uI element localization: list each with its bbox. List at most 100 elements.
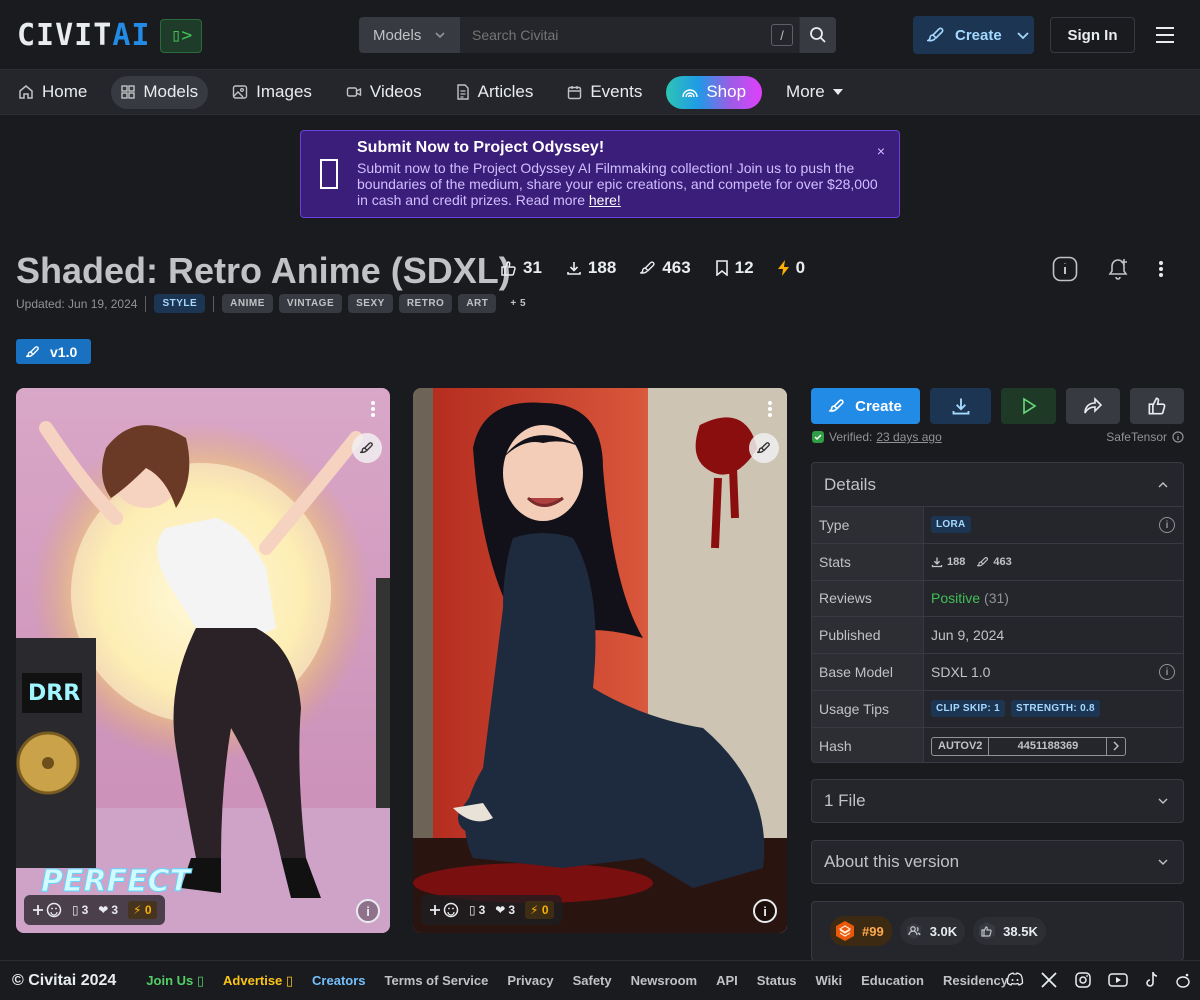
category-tag[interactable]: STYLE (154, 294, 206, 313)
nav-models[interactable]: Models (111, 75, 209, 109)
x-twitter-icon[interactable] (1040, 971, 1058, 989)
hash-value[interactable]: 4451188369 (989, 737, 1108, 755)
nav-events[interactable]: Events (557, 76, 652, 109)
tag-anime[interactable]: ANIME (222, 294, 273, 313)
brush-icon (360, 442, 373, 454)
create-button[interactable]: Create (913, 16, 1034, 54)
sign-in-button[interactable]: Sign In (1050, 17, 1135, 53)
bell-plus-icon[interactable] (1108, 258, 1128, 280)
image-info-button[interactable]: i (753, 899, 777, 923)
youtube-icon[interactable] (1108, 971, 1128, 989)
announcement-banner: Submit Now to Project Odyssey! Submit no… (300, 130, 900, 218)
footer-education[interactable]: Education (861, 973, 924, 988)
share-icon (1084, 397, 1103, 414)
instagram-icon[interactable] (1074, 971, 1092, 989)
clip-skip-badge: CLIP SKIP: 1 (931, 700, 1005, 718)
details-toggle[interactable]: Details (812, 463, 1183, 507)
buzz-tip[interactable]: ⚡ 0 (525, 901, 554, 919)
comment-count[interactable]: ▯ 3 (469, 903, 485, 917)
footer-safety[interactable]: Safety (573, 973, 612, 988)
footer-creators[interactable]: Creators (312, 973, 365, 988)
more-vertical-icon[interactable] (370, 400, 376, 418)
nav-videos[interactable]: Videos (336, 76, 432, 109)
banner-read-more-link[interactable]: here! (589, 192, 621, 208)
search-button[interactable] (799, 17, 836, 53)
footer-wiki[interactable]: Wiki (816, 973, 843, 988)
create-with-model-button[interactable]: Create (811, 388, 920, 424)
nav-home[interactable]: Home (8, 76, 97, 109)
files-accordion[interactable]: 1 File (811, 779, 1184, 823)
caret-down-icon (832, 89, 843, 95)
footer-privacy[interactable]: Privacy (507, 973, 553, 988)
tag-vintage[interactable]: VINTAGE (278, 294, 343, 313)
footer-residency[interactable]: Residency (943, 973, 1008, 988)
play-button[interactable] (1001, 388, 1056, 424)
gallery-image-2[interactable]: ▯ 3 ❤ 3 ⚡ 0 i (413, 388, 787, 933)
info-icon[interactable]: i (1159, 664, 1175, 681)
details-row-reviews: Reviews Positive (31) (812, 580, 1183, 618)
buzz-tip[interactable]: ⚡ 0 (128, 901, 157, 919)
footer-advertise[interactable]: Advertise ▯ (223, 973, 293, 989)
footer-newsroom[interactable]: Newsroom (631, 973, 697, 988)
banner-close-button[interactable]: × (877, 143, 885, 159)
info-icon[interactable] (1172, 431, 1184, 443)
add-reaction-icon[interactable] (32, 902, 62, 918)
search-input[interactable] (460, 17, 799, 53)
heart-count[interactable]: ❤ 3 (98, 903, 118, 917)
details-row-base-model: Base Model SDXL 1.0 i (812, 654, 1183, 691)
comment-count[interactable]: ▯ 3 (72, 903, 88, 917)
bookmarks-stat: 12 (715, 258, 754, 278)
creator-followers: 3.0K (899, 917, 966, 945)
hash-selector[interactable]: AUTOV2 4451188369 (931, 736, 1127, 756)
reddit-icon[interactable] (1176, 971, 1190, 989)
details-row-published: Published Jun 9, 2024 (812, 617, 1183, 655)
more-tags[interactable]: + 5 (502, 294, 534, 313)
reaction-bar: ▯ 3 ❤ 3 ⚡ 0 (24, 895, 165, 925)
civitai-logo[interactable]: CIVITAI ▯> (17, 18, 203, 53)
verified-date-link[interactable]: 23 days ago (876, 430, 941, 444)
footer: © Civitai 2024 Join Us ▯ Advertise ▯ Cre… (0, 960, 1200, 1000)
tag-sexy[interactable]: SEXY (348, 294, 393, 313)
reviews-sentiment[interactable]: Positive (931, 590, 980, 606)
add-reaction-icon[interactable] (429, 902, 459, 918)
like-button[interactable] (1130, 388, 1184, 424)
downloads-stat: 188 (566, 258, 616, 278)
chevron-down-icon (435, 32, 445, 39)
nav-articles[interactable]: Articles (446, 76, 544, 109)
thumbs-up-icon (979, 922, 996, 940)
nav-images[interactable]: Images (222, 76, 322, 109)
discord-icon[interactable] (1006, 971, 1024, 989)
nav-shop[interactable]: Shop (666, 75, 763, 109)
footer-api[interactable]: API (716, 973, 738, 988)
footer-status[interactable]: Status (757, 973, 797, 988)
tiktok-icon[interactable] (1144, 971, 1160, 989)
footer-terms[interactable]: Terms of Service (385, 973, 489, 988)
tag-retro[interactable]: RETRO (398, 294, 453, 313)
chevron-down-icon (1017, 32, 1029, 40)
details-row-stats: Stats 188 463 (812, 543, 1183, 581)
calendar-icon (568, 85, 582, 99)
nav-more[interactable]: More (776, 76, 853, 109)
version-button[interactable]: v1.0 (16, 339, 91, 364)
info-icon[interactable]: i (1159, 517, 1175, 533)
gallery-image-1[interactable]: DRR PERFECT ▯ 3 ❤ 3 ⚡ 0 i (16, 388, 390, 933)
more-vertical-icon[interactable] (767, 400, 773, 418)
social-links (1006, 971, 1190, 989)
search-scope-select[interactable]: Models (359, 17, 460, 53)
hamburger-menu-icon[interactable] (1155, 26, 1175, 44)
image-info-button[interactable]: i (356, 899, 380, 923)
about-version-accordion[interactable]: About this version (811, 840, 1184, 884)
creator-rank-badge[interactable]: #99 (830, 916, 892, 946)
footer-join-us[interactable]: Join Us ▯ (146, 973, 204, 989)
more-vertical-icon[interactable] (1158, 260, 1164, 278)
tag-art[interactable]: ART (458, 294, 497, 313)
thumbs-up-icon (501, 260, 516, 276)
heart-count[interactable]: ❤ 3 (495, 903, 515, 917)
info-icon[interactable] (1052, 256, 1078, 282)
download-button[interactable] (930, 388, 991, 424)
remix-badge[interactable] (749, 433, 779, 463)
reaction-bar: ▯ 3 ❤ 3 ⚡ 0 (421, 895, 562, 925)
logo-box: ▯> (160, 18, 203, 53)
remix-badge[interactable] (352, 433, 382, 463)
share-button[interactable] (1066, 388, 1120, 424)
